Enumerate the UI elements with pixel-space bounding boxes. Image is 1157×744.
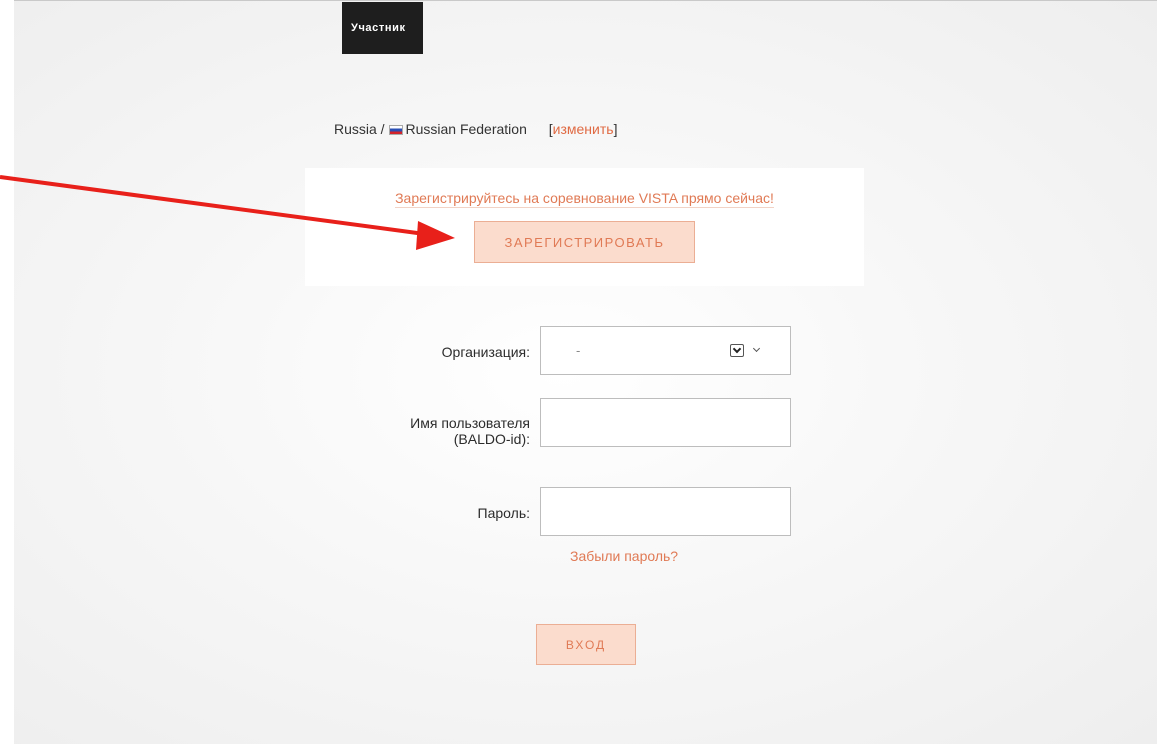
- annotation-arrow-icon: [0, 175, 455, 250]
